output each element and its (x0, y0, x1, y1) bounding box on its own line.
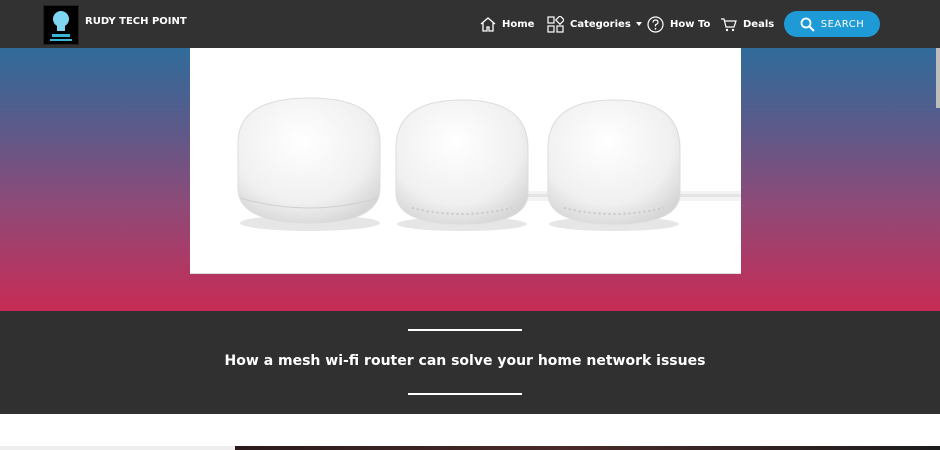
nav-categories[interactable]: Categories (547, 13, 642, 35)
title-divider-top (408, 329, 522, 331)
article-featured-image[interactable] (190, 48, 741, 274)
nav-deals[interactable]: Deals (720, 13, 774, 35)
site-logo[interactable] (43, 5, 79, 45)
nav-home-label: Home (502, 18, 535, 30)
article-title[interactable]: How a mesh wi-fi router can solve your h… (0, 353, 930, 369)
site-brand-name[interactable]: RUDY TECH POINT (85, 16, 187, 27)
nav-deals-label: Deals (743, 18, 775, 30)
title-divider-bottom (408, 393, 522, 395)
home-icon (480, 16, 496, 32)
mesh-router-image (237, 97, 741, 231)
hero-banner (0, 48, 940, 311)
nav-home[interactable]: Home (480, 13, 534, 35)
cart-icon (721, 17, 737, 31)
question-circle-icon (647, 15, 664, 33)
next-content-strip (0, 446, 940, 450)
chevron-down-icon (635, 22, 642, 26)
search-button[interactable]: SEARCH (784, 11, 880, 37)
search-icon (800, 17, 815, 32)
nav-categories-label: Categories (570, 18, 631, 30)
article-title-band: How a mesh wi-fi router can solve your h… (0, 311, 940, 414)
nav-how-to-label: How To (670, 18, 711, 30)
lightbulb-icon (50, 11, 72, 41)
grid-icon (547, 15, 564, 33)
search-button-label: SEARCH (820, 18, 865, 30)
top-navigation-bar: RUDY TECH POINT Home Categories How To D… (0, 0, 940, 48)
page-scrollbar[interactable] (936, 48, 940, 108)
nav-how-to[interactable]: How To (647, 13, 710, 35)
